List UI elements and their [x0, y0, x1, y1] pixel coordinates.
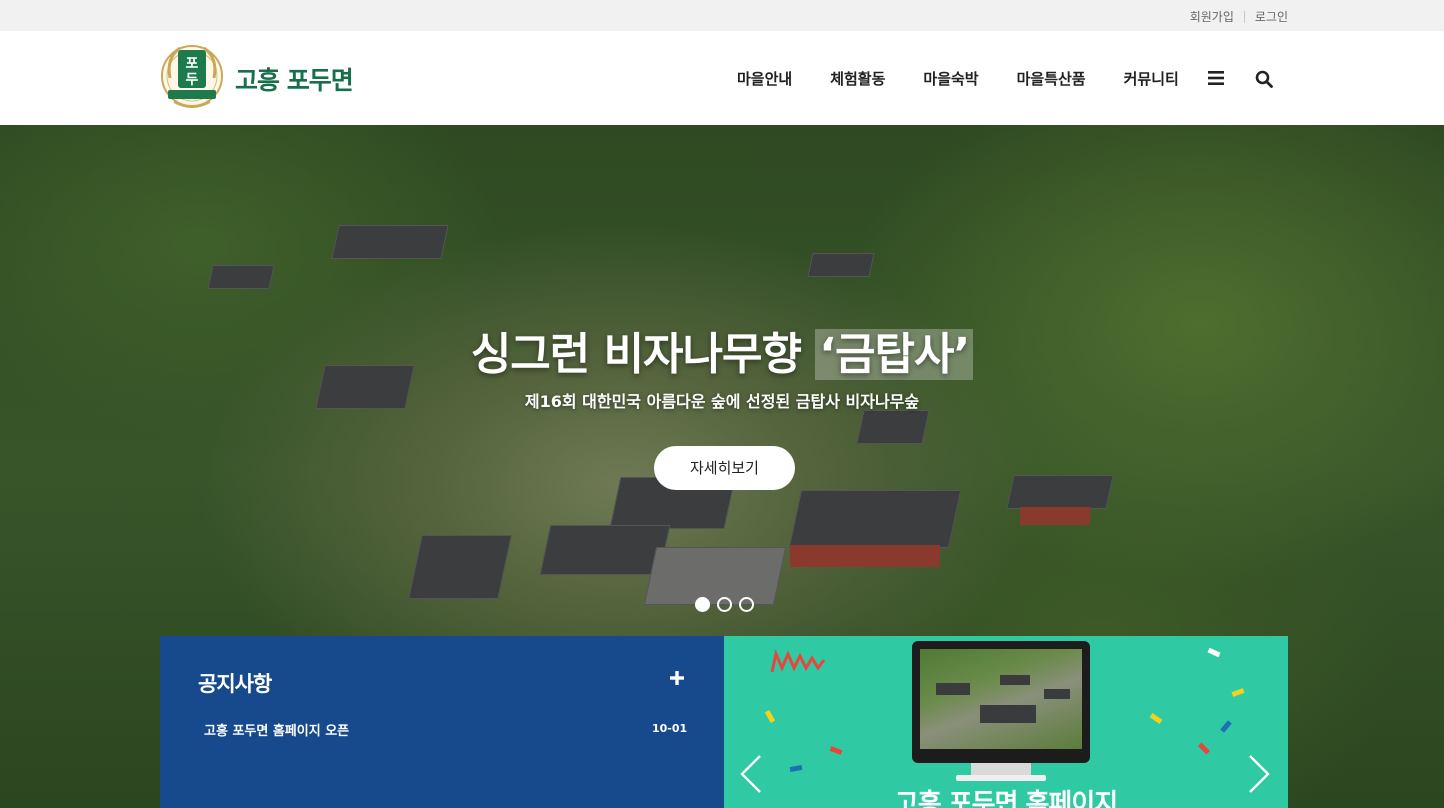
temple-roof-decoration: [788, 490, 962, 548]
top-utility-bar: 회원가입 로그인: [0, 0, 1444, 31]
confetti-decoration: [1207, 647, 1221, 658]
monitor-base: [956, 775, 1046, 781]
temple-roof-decoration: [807, 253, 875, 277]
nav-item-specialties[interactable]: 마을특산품: [1017, 68, 1086, 89]
temple-wall-decoration: [790, 545, 940, 567]
temple-roof-decoration: [980, 705, 1036, 723]
plus-icon[interactable]: [668, 669, 686, 687]
hero-title: 싱그런 비자나무향 ‘금탑사’: [0, 318, 1444, 382]
confetti-squiggle-icon: [770, 649, 826, 673]
temple-roof-decoration: [331, 225, 449, 259]
notice-title: 공지사항: [198, 672, 272, 696]
site-title[interactable]: 고흥 포두면: [235, 61, 354, 97]
temple-wall-decoration: [1020, 507, 1090, 525]
confetti-decoration: [764, 710, 776, 723]
confetti-decoration: [1197, 742, 1211, 755]
slider-pagination: [695, 597, 761, 612]
temple-roof-decoration: [207, 265, 275, 289]
notice-panel: 공지사항 고흥 포두면 홈페이지 오픈 10-01: [160, 636, 724, 808]
monitor-illustration: [912, 641, 1090, 763]
nav-item-lodging[interactable]: 마을숙박: [923, 68, 978, 89]
confetti-decoration: [1220, 720, 1232, 733]
login-link[interactable]: 로그인: [1255, 8, 1288, 25]
slider-dot-3[interactable]: [739, 597, 754, 612]
monitor-screen-photo: [920, 649, 1082, 749]
hero-title-highlight: ‘금탑사’: [815, 329, 974, 380]
slider-dot-1[interactable]: [695, 597, 710, 612]
slider-dot-2[interactable]: [717, 597, 732, 612]
temple-roof-decoration: [856, 410, 930, 444]
main-navigation: 마을안내 체험활동 마을숙박 마을특산품 커뮤니티: [737, 68, 1217, 89]
utility-divider: [1243, 10, 1245, 23]
search-icon[interactable]: [1255, 70, 1273, 88]
nav-item-community[interactable]: 커뮤니티: [1124, 68, 1179, 89]
hero-title-main: 싱그런 비자나무향: [470, 329, 816, 380]
nav-item-activities[interactable]: 체험활동: [830, 68, 885, 89]
village-logo-emblem[interactable]: 포 두: [160, 38, 224, 118]
hero-subtitle: 제16회 대한민국 아름다운 숲에 선정된 금탑사 비자나무숲: [524, 392, 920, 411]
confetti-decoration: [1149, 713, 1163, 724]
svg-text:포: 포: [186, 56, 199, 72]
join-link[interactable]: 회원가입: [1190, 8, 1234, 25]
temple-roof-decoration: [1000, 675, 1030, 685]
confetti-decoration: [829, 746, 843, 755]
notice-item-date: 10-01: [652, 722, 688, 735]
promo-banner[interactable]: 고흥 포두면 홈페이지: [724, 636, 1288, 808]
utility-links: 회원가입 로그인: [1190, 8, 1288, 25]
svg-text:두: 두: [186, 72, 199, 88]
promo-text: 고흥 포두면 홈페이지: [894, 789, 1118, 808]
hero-detail-button[interactable]: 자세히보기: [654, 446, 795, 490]
temple-roof-decoration: [936, 683, 970, 695]
notice-list-item[interactable]: 고흥 포두면 홈페이지 오픈: [204, 720, 349, 739]
temple-roof-decoration: [1006, 475, 1114, 509]
temple-roof-decoration: [408, 535, 512, 599]
confetti-decoration: [1231, 688, 1245, 697]
site-header: 포 두 고흥 포두면 마을안내 체험활동 마을숙박 마을특산품 커뮤니티: [0, 31, 1444, 125]
hamburger-menu-icon[interactable]: [1208, 71, 1224, 85]
confetti-decoration: [789, 764, 803, 773]
temple-roof-decoration: [1044, 689, 1070, 699]
nav-item-village-info[interactable]: 마을안내: [737, 68, 792, 89]
